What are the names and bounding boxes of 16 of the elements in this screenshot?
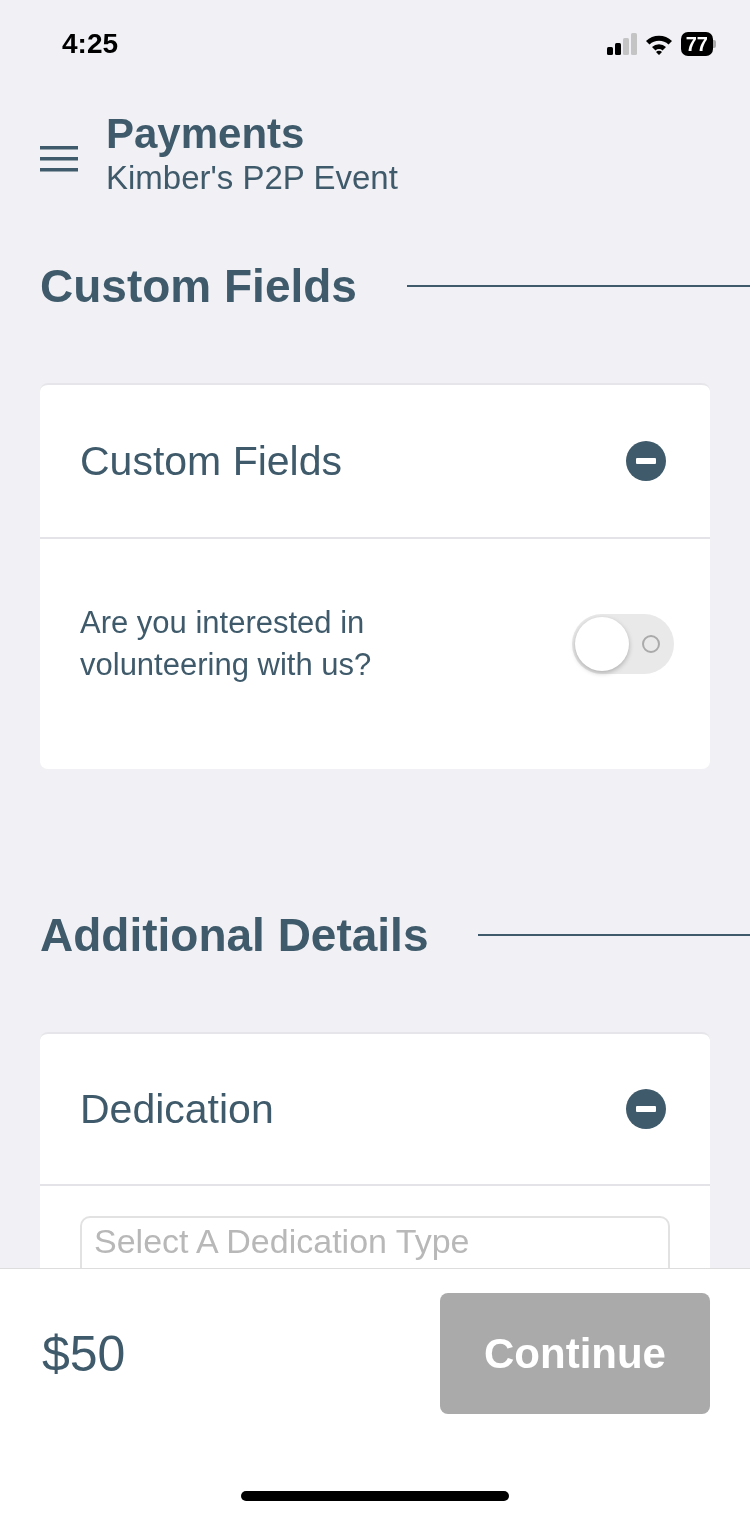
menu-icon[interactable]: [40, 146, 78, 172]
wifi-icon: [644, 33, 673, 55]
collapse-icon[interactable]: [626, 441, 666, 481]
toggle-switch[interactable]: [572, 614, 674, 674]
signal-icon: [606, 33, 637, 55]
section-heading: Additional Details: [40, 908, 429, 962]
section-heading: Custom Fields: [40, 259, 357, 313]
card-title: Custom Fields: [80, 437, 342, 485]
event-name: Kimber's P2P Event: [106, 158, 398, 198]
status-time: 4:25: [62, 28, 119, 60]
battery-icon: 77: [680, 32, 716, 56]
question-label: Are you interested in volunteering with us?: [80, 604, 373, 684]
card-title: Dedication: [80, 1085, 274, 1133]
total-amount: $50: [42, 1324, 126, 1383]
page-title: Payments: [106, 110, 306, 158]
collapse-icon[interactable]: [626, 1089, 666, 1129]
